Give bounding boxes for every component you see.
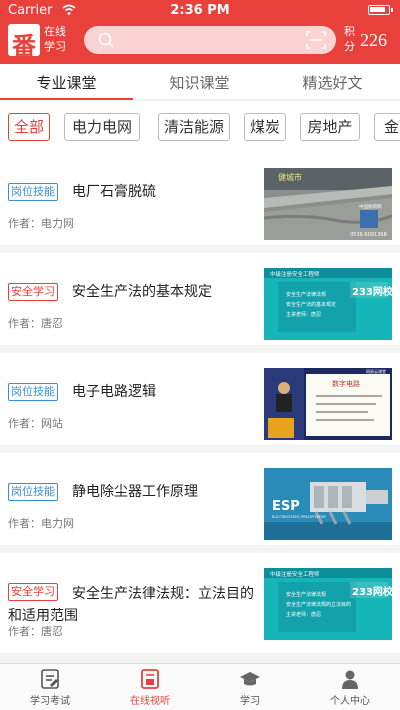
course-tag: 岗位技能 (8, 183, 58, 201)
exam-icon (41, 669, 59, 689)
lecture-brand: 网易云课堂 (366, 368, 386, 374)
esp-title: ESP (272, 499, 300, 514)
logo-text: 在线学习 (44, 25, 66, 53)
category-chip-clean-energy[interactable]: 清洁能源 (158, 113, 230, 141)
course-thumbnail[interactable]: 健城市 0536-6091368 中国脱硫网 (264, 168, 392, 240)
app-header: Carrier 2:36 PM 番 在线学习 积分 226 (0, 0, 400, 64)
slide-line: 安全生产法律法规 (286, 291, 326, 298)
tabbar-item-exam[interactable]: 学习考试 (0, 668, 100, 707)
tabbar-label: 个人中心 (330, 696, 370, 707)
points-value[interactable]: 226 (360, 30, 387, 51)
scan-icon[interactable] (306, 31, 326, 49)
course-item[interactable]: 岗位技能 静电除尘器工作原理 作者：电力网 ESP ELECTROSTATIC … (0, 453, 400, 545)
clock: 2:36 PM (170, 3, 230, 18)
bottom-tab-bar: 学习考试 在线视听 学习 个人中心 (0, 663, 400, 710)
course-title: 电子电路逻辑 (72, 384, 156, 400)
category-chip-power-grid[interactable]: 电力电网 (64, 113, 140, 141)
tab-knowledge[interactable]: 知识课堂 (133, 72, 266, 93)
video-icon (141, 669, 159, 689)
logo-glyph: 番 (12, 32, 36, 60)
slide-header: 中级注册安全工程师 (270, 570, 320, 578)
slide-line: 安全生产法律法规的立法目的 (286, 601, 351, 608)
course-item[interactable]: 岗位技能 电子电路逻辑 作者：网站 数字电路 网易云课堂 (0, 353, 400, 445)
course-author: 作者：网站 (8, 417, 63, 430)
battery-icon (368, 5, 393, 15)
section-tabs: 专业课堂 知识课堂 精选好文 (0, 64, 400, 100)
slide-line: 安全生产法律法规 (286, 591, 326, 598)
course-thumbnail[interactable]: 数字电路 网易云课堂 (264, 368, 392, 440)
thumb-overlay-text: 健城市 (278, 172, 302, 182)
slide-header: 中级注册安全工程师 (270, 270, 320, 278)
thumb-brand: 中国脱硫网 (359, 203, 382, 210)
tabbar-label: 学习考试 (30, 696, 70, 707)
lecture-heading: 数字电路 (332, 379, 360, 388)
course-list: 岗位技能 电厂石膏脱硫 作者：电力网 健城市 0536-6091368 中国脱硫… (0, 153, 400, 663)
slide-line: 主讲老师：唐忍 (286, 611, 321, 618)
course-tag: 岗位技能 (8, 383, 58, 401)
tab-professional[interactable]: 专业课堂 (0, 72, 133, 93)
course-title: 电厂石膏脱硫 (72, 184, 156, 200)
course-title: 安全生产法的基本规定 (72, 284, 212, 300)
slide-line: 主讲老师：唐忍 (286, 311, 321, 318)
category-chip-real-estate[interactable]: 房地产 (300, 113, 360, 141)
search-bar[interactable] (84, 26, 336, 54)
esp-subtitle: ELECTROSTATIC PRECIPITATOR (272, 515, 326, 519)
course-item[interactable]: 安全学习 安全生产法律法规：立法目的和适用范围 作者：唐忍 中级注册安全工程师 … (0, 553, 400, 653)
tabbar-item-study[interactable]: 学习 (200, 668, 300, 707)
category-filter: 全部 电力电网 清洁能源 煤炭 房地产 金融 (0, 101, 400, 153)
course-author: 作者：电力网 (8, 517, 74, 530)
graduation-cap-icon (240, 672, 260, 686)
category-chip-all[interactable]: 全部 (8, 113, 50, 141)
app-logo[interactable]: 番 (8, 24, 40, 60)
points-label: 积分 (344, 25, 355, 53)
category-chip-coal[interactable]: 煤炭 (244, 113, 286, 141)
course-thumbnail[interactable]: ESP ELECTROSTATIC PRECIPITATOR (264, 468, 392, 540)
active-tab-indicator (0, 98, 133, 100)
tabbar-item-video[interactable]: 在线视听 (100, 668, 200, 707)
tabbar-label: 学习 (240, 696, 260, 707)
status-bar: Carrier 2:36 PM (0, 0, 400, 20)
tabbar-item-profile[interactable]: 个人中心 (300, 668, 400, 707)
course-item[interactable]: 岗位技能 电厂石膏脱硫 作者：电力网 健城市 0536-6091368 中国脱硫… (0, 153, 400, 245)
slide-brand: 233网校 (352, 585, 392, 598)
course-author: 作者：电力网 (8, 217, 74, 230)
course-item[interactable]: 安全学习 安全生产法的基本规定 作者：唐忍 中级注册安全工程师 233网校 安全… (0, 253, 400, 345)
person-icon (342, 670, 358, 689)
thumb-contact: 0536-6091368 (350, 232, 387, 238)
course-author: 作者：唐忍 (8, 625, 63, 638)
course-author: 作者：唐忍 (8, 317, 63, 330)
slide-brand: 233网校 (352, 285, 392, 298)
tabbar-label: 在线视听 (130, 696, 170, 707)
slide-line: 安全生产法的基本规定 (286, 301, 336, 308)
course-title: 安全生产法律法规：立法目的和适用范围 (8, 586, 254, 624)
tab-featured-articles[interactable]: 精选好文 (266, 72, 399, 93)
category-chip-finance[interactable]: 金融 (374, 113, 400, 141)
course-tag: 安全学习 (8, 283, 58, 301)
course-title: 静电除尘器工作原理 (72, 484, 198, 500)
course-thumbnail[interactable]: 中级注册安全工程师 233网校 安全生产法律法规 安全生产法的基本规定 主讲老师… (264, 268, 392, 340)
search-icon (98, 32, 114, 48)
course-thumbnail[interactable]: 中级注册安全工程师 233网校 安全生产法律法规 安全生产法律法规的立法目的 主… (264, 568, 392, 640)
course-tag: 岗位技能 (8, 483, 58, 501)
